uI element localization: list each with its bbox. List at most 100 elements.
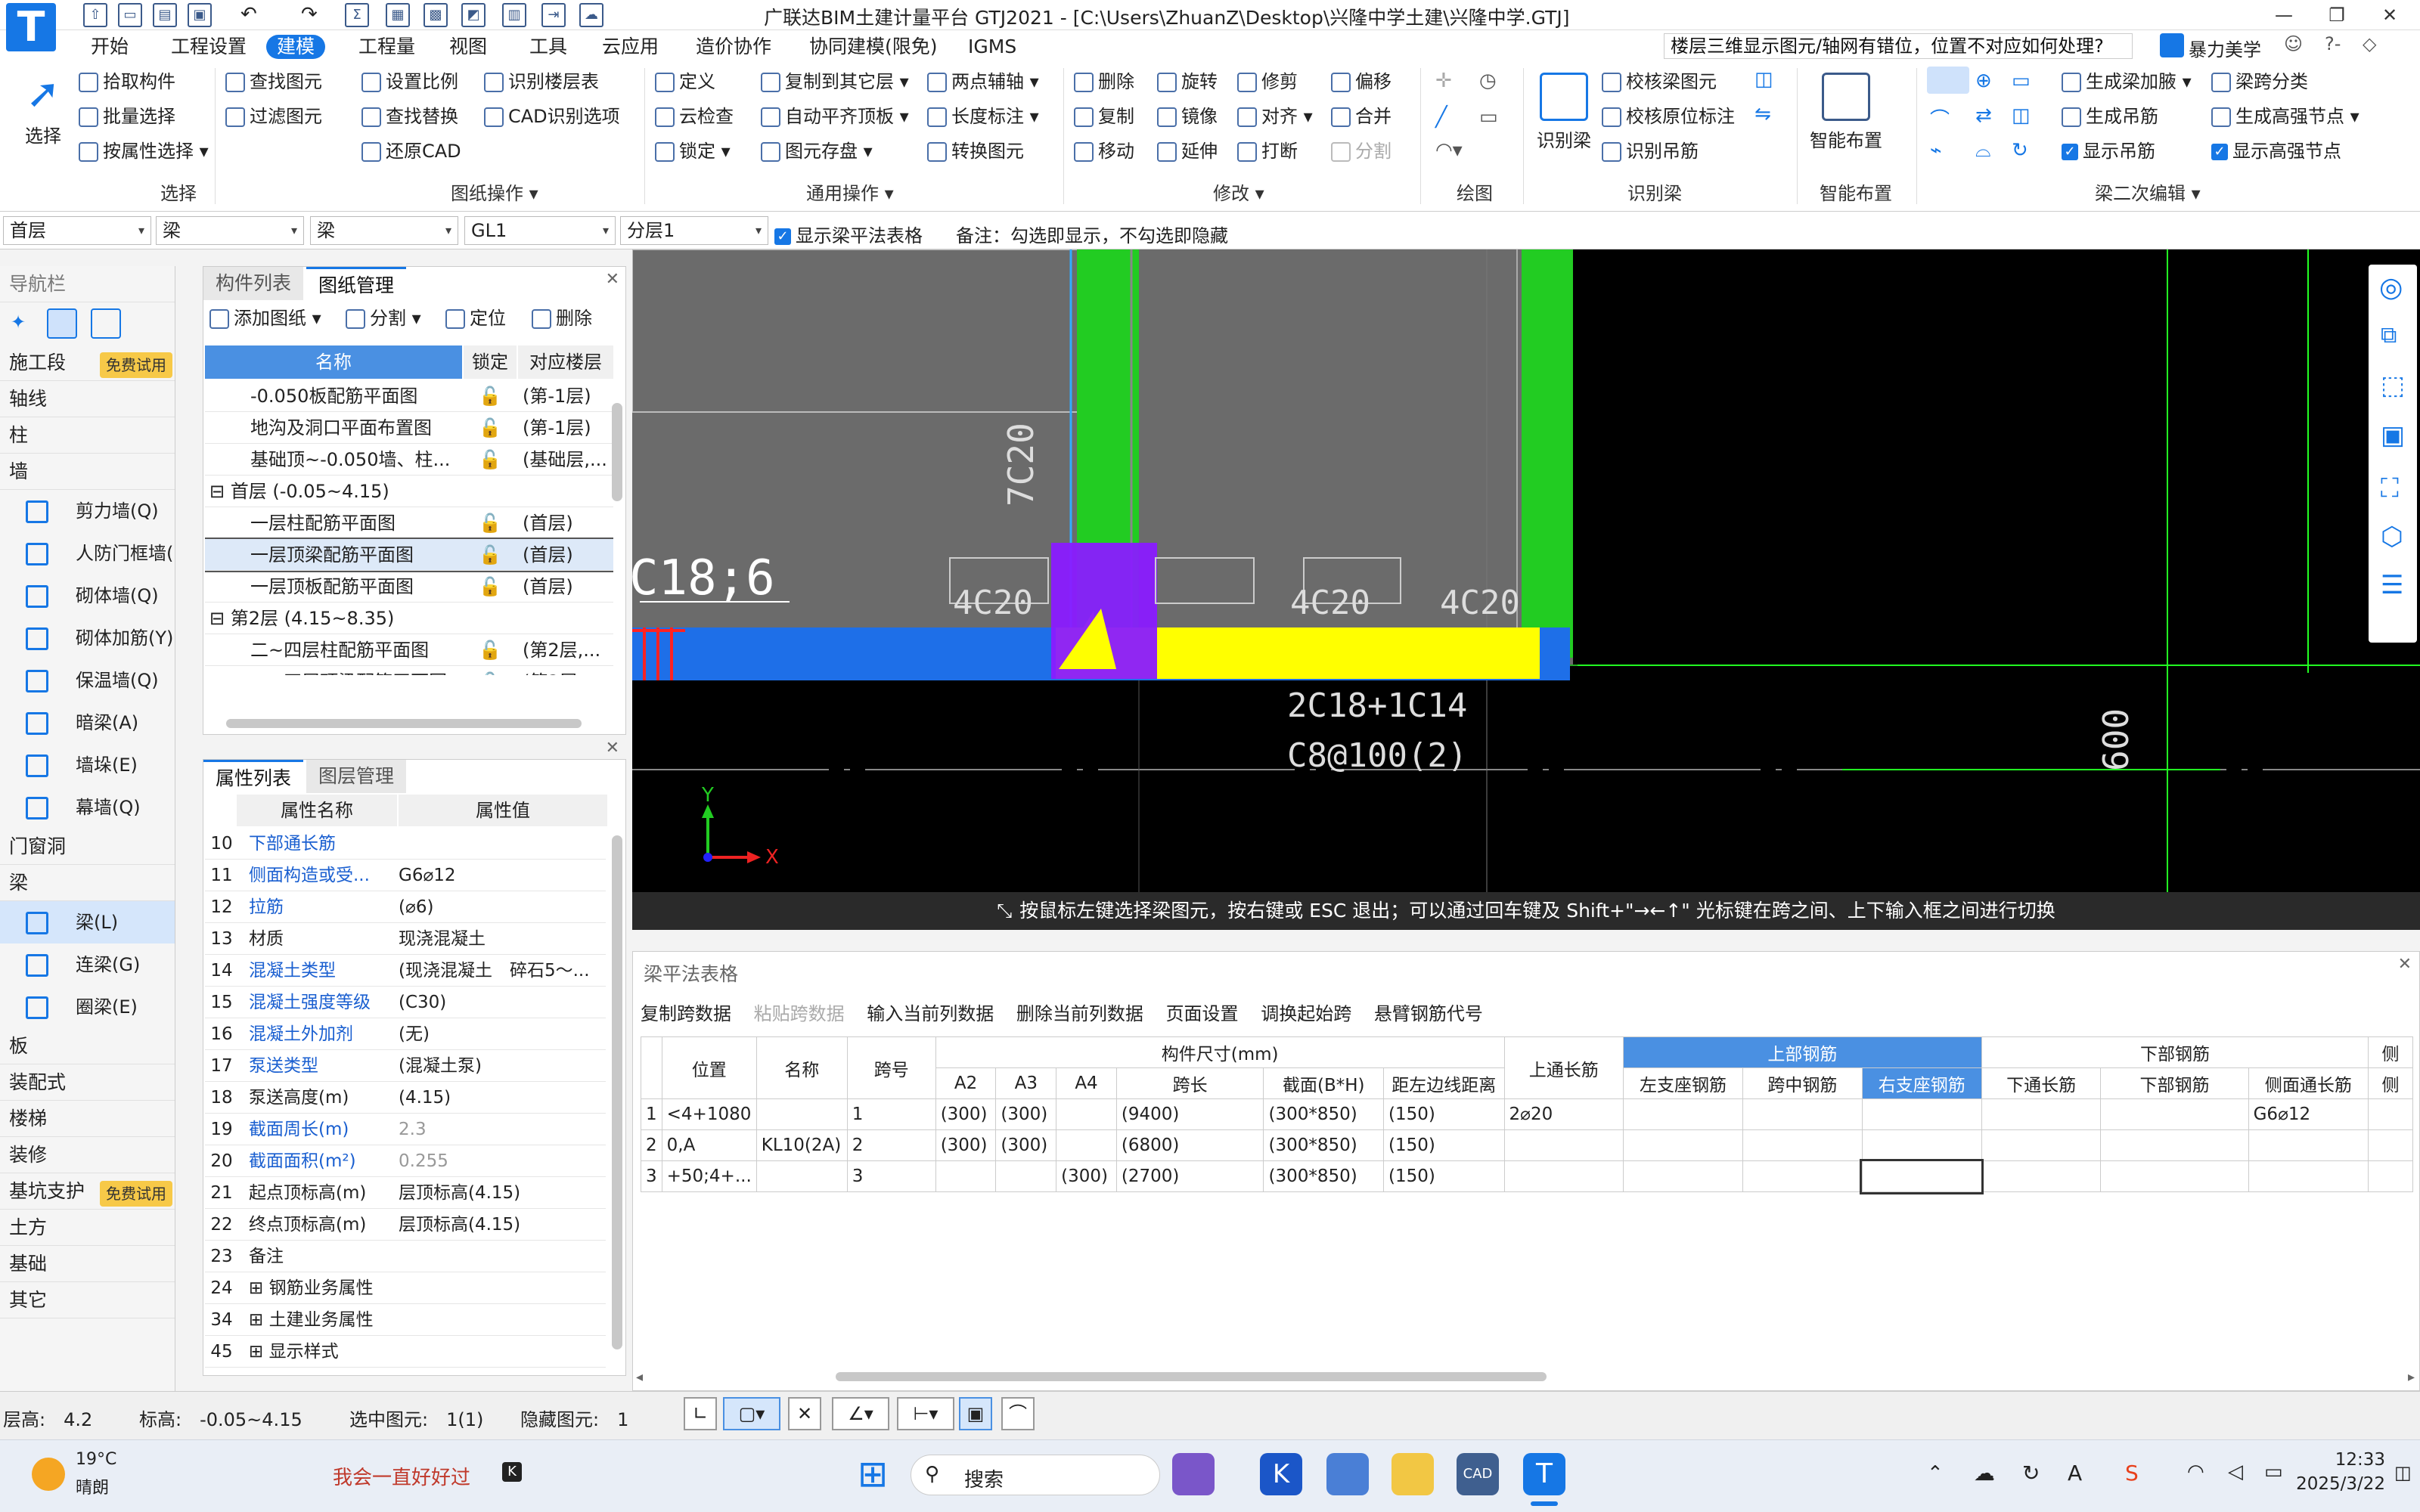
two-point-axis-button[interactable]: 两点辅轴 ▾	[927, 68, 1039, 95]
beam-cell[interactable]	[1503, 1129, 1624, 1161]
tab-cloud[interactable]: 云应用	[591, 35, 669, 59]
nav-category[interactable]: 基坑支护 免费试用	[0, 1173, 175, 1210]
locate-button[interactable]: 定位	[445, 305, 506, 332]
property-value[interactable]: 2.3	[399, 1114, 606, 1145]
drawing-row[interactable]: 基础顶~-0.050墙、柱... 🔓 (基础层,...	[205, 444, 613, 476]
property-row[interactable]: 18 泵送高度(m) (4.15)	[205, 1082, 606, 1114]
col-a3[interactable]: A3	[995, 1067, 1057, 1099]
taskbar-search[interactable]: ⚲ 搜索	[911, 1455, 1160, 1495]
swap-start-span-button[interactable]: 调换起始跨	[1261, 1003, 1351, 1024]
set-scale-button[interactable]: 设置比例	[361, 68, 458, 95]
beam-cell[interactable]	[1981, 1098, 2102, 1130]
upload-icon[interactable]: ⇧	[83, 3, 107, 27]
beam-cell[interactable]: 1	[846, 1098, 936, 1130]
restore-cad-button[interactable]: 还原CAD	[361, 138, 461, 165]
convert-element-button[interactable]: 转换图元	[927, 138, 1024, 165]
identify-extra2-icon[interactable]: ⇋	[1754, 103, 1771, 125]
cad-options-button[interactable]: CAD识别选项	[484, 103, 620, 130]
beam-cell[interactable]	[1861, 1098, 1982, 1130]
beam-cell[interactable]: 1	[641, 1098, 662, 1130]
rect-icon[interactable]: ▭	[1479, 106, 1498, 129]
arc-icon[interactable]: ◠▾	[1435, 139, 1463, 162]
cantilever-code-button[interactable]: 悬臂钢筋代号	[1374, 1003, 1483, 1024]
col-name[interactable]: 名称	[205, 345, 462, 379]
select-by-attr-button[interactable]: 按属性选择 ▾	[79, 138, 209, 165]
col-span-length[interactable]: 跨长	[1115, 1067, 1264, 1099]
beam-tool2-icon[interactable]: ⊕	[1975, 70, 1992, 92]
tab-tools[interactable]: 工具	[519, 35, 578, 59]
clock-icon[interactable]: ◷	[1479, 70, 1497, 92]
rotate-button[interactable]: 旋转	[1157, 68, 1218, 95]
span-classify-button[interactable]: 梁跨分类	[2211, 68, 2308, 95]
beam-cell[interactable]	[935, 1160, 997, 1192]
beam-cell[interactable]	[2100, 1160, 2249, 1192]
vertical-scrollbar[interactable]	[612, 835, 622, 1349]
beam-cell[interactable]	[1056, 1129, 1117, 1161]
beam-cell[interactable]: (300)	[1056, 1160, 1117, 1192]
nav-item[interactable]: 砌体墙(Q)	[0, 575, 175, 617]
property-row[interactable]: 34 ⊞ 土建业务属性	[205, 1304, 606, 1336]
unlock-icon[interactable]: 🔓	[479, 444, 501, 475]
unlock-icon[interactable]: 🔓	[479, 634, 501, 665]
beam-cell[interactable]: 3	[846, 1160, 936, 1192]
close-button[interactable]: ✕	[2367, 0, 2412, 30]
app-logo[interactable]: T	[6, 3, 56, 51]
beam-cell[interactable]: (150)	[1383, 1129, 1505, 1161]
redo-icon[interactable]: ↷	[301, 3, 318, 26]
new-file-icon[interactable]: ▭	[118, 3, 142, 27]
property-value[interactable]: G6⌀12	[399, 860, 606, 891]
beam-cell[interactable]	[1861, 1129, 1982, 1161]
beam-cell[interactable]: 2⌀20	[1503, 1098, 1624, 1130]
find-replace-button[interactable]: 查找替换	[361, 103, 458, 130]
col-a4[interactable]: A4	[1056, 1067, 1117, 1099]
nav-category[interactable]: 板	[0, 1028, 175, 1064]
beam-cell[interactable]	[1742, 1129, 1863, 1161]
beam-cell[interactable]	[2100, 1129, 2249, 1161]
beam-span-row[interactable]: 2 0,A KL10(2A) 2 (300) (300) (6800) (300*850) (1…	[641, 1129, 2413, 1161]
report-icon[interactable]: ▥	[502, 3, 526, 27]
orbit-icon[interactable]: ◎	[2379, 272, 2403, 303]
line-icon[interactable]: ╱	[1435, 106, 1447, 129]
property-value[interactable]: (混凝土泵)	[399, 1050, 606, 1081]
pick-component-button[interactable]: 拾取构件	[79, 68, 175, 95]
beam-cell[interactable]	[1503, 1160, 1624, 1192]
nav-category[interactable]: 装配式	[0, 1064, 175, 1101]
nav-category[interactable]: 墙	[0, 454, 175, 490]
delete-button[interactable]: 删除	[1074, 68, 1134, 95]
beam-cell[interactable]: +50;4+...	[661, 1160, 757, 1192]
s-app-icon[interactable]: S	[2125, 1461, 2139, 1486]
beam-cell[interactable]: 0,A	[661, 1129, 757, 1161]
property-value[interactable]: 层顶标高(4.15)	[399, 1209, 606, 1240]
skin-icon[interactable]: ◇	[2363, 33, 2376, 54]
beam-cell[interactable]	[1981, 1160, 2102, 1192]
nav-item[interactable]: 保温墙(Q)	[0, 659, 175, 702]
beam-cell[interactable]: (300)	[995, 1129, 1057, 1161]
col-mid-span[interactable]: 跨中钢筋	[1742, 1067, 1863, 1099]
show-hs-node-checkbox[interactable]: ✓ 显示高强节点	[2211, 138, 2341, 165]
sync-icon[interactable]: ↻	[2022, 1461, 2040, 1486]
col-right-support[interactable]: 右支座钢筋	[1861, 1067, 1982, 1099]
tab-igms[interactable]: IGMS	[957, 35, 1027, 59]
unlock-icon[interactable]: 🔓	[479, 507, 501, 538]
user-name[interactable]: 暴力美学	[2189, 35, 2261, 61]
gen-hanger-button[interactable]: 生成吊筋	[2062, 103, 2158, 130]
nav-item[interactable]: 梁(L)	[0, 901, 175, 943]
cloud-tray-icon[interactable]: ☁	[1974, 1461, 1995, 1486]
beam-edit-tool-icon[interactable]	[1927, 67, 1969, 94]
col-lock[interactable]: 锁定	[464, 345, 517, 379]
app-icon-phone[interactable]	[1326, 1453, 1369, 1495]
horizontal-scrollbar[interactable]	[226, 719, 582, 728]
property-value[interactable]: (⌀6)	[399, 891, 606, 922]
property-value[interactable]: 层顶标高(4.15)	[399, 1177, 606, 1208]
beam-cell[interactable]: G6⌀12	[2248, 1098, 2369, 1130]
scroll-right-icon[interactable]: ▸	[2408, 1369, 2415, 1385]
identify-floor-table-button[interactable]: 识别楼层表	[484, 68, 599, 95]
tab-layer-management[interactable]: 图层管理	[306, 760, 407, 793]
tab-drawing-management[interactable]: 图纸管理	[306, 267, 407, 300]
beam-span-row[interactable]: 3 +50;4+... 3 (300) (2700) (300*850) (150)	[641, 1158, 2413, 1194]
property-row[interactable]: 10 下部通长筋	[205, 828, 606, 860]
property-value[interactable]: (4.15)	[399, 1082, 606, 1113]
col-a2[interactable]: A2	[935, 1067, 997, 1099]
subtype-select[interactable]: 梁 ▾	[310, 216, 458, 245]
filter-element-button[interactable]: 过滤图元	[225, 103, 322, 130]
